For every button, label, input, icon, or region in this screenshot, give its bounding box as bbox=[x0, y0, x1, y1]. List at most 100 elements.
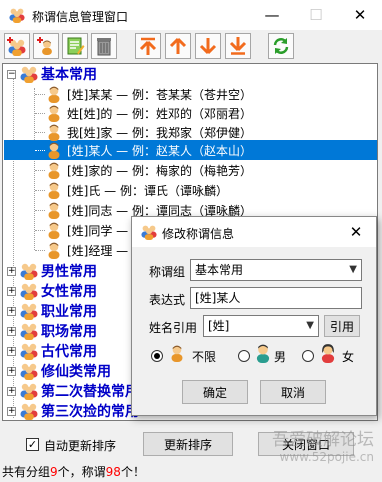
group-icon bbox=[19, 382, 39, 400]
expand-toggle[interactable]: + bbox=[7, 326, 16, 336]
move-top-button[interactable] bbox=[135, 33, 161, 59]
expand-toggle[interactable]: + bbox=[7, 266, 16, 276]
person-icon bbox=[45, 201, 63, 219]
move-down-button[interactable] bbox=[195, 33, 221, 59]
group-icon bbox=[19, 282, 39, 300]
expression-input[interactable]: [姓]某人 bbox=[190, 287, 362, 309]
toolbar bbox=[0, 30, 382, 62]
maximize-button[interactable]: ☐ bbox=[294, 0, 338, 30]
group-icon bbox=[19, 322, 39, 340]
edit-icon bbox=[67, 37, 85, 55]
status-prefix: 共有分组 bbox=[2, 465, 51, 479]
delete-button[interactable] bbox=[91, 33, 117, 59]
tree-item-label: [姓]氏 — 例：谭氏（谭咏麟） bbox=[67, 183, 228, 198]
expand-toggle[interactable]: + bbox=[7, 306, 16, 316]
expand-toggle[interactable]: + bbox=[7, 346, 16, 356]
tree-group-label: 第三次捡的常用 bbox=[41, 404, 139, 420]
gender-male-radio[interactable] bbox=[238, 350, 250, 362]
add-item-icon bbox=[37, 37, 52, 55]
tree-item[interactable]: [姓]氏 — 例：谭氏（谭咏麟） bbox=[35, 180, 230, 200]
name-ref-label: 姓名引用 bbox=[149, 321, 198, 335]
ok-button[interactable]: 确定 bbox=[182, 380, 248, 404]
tree-group[interactable]: + 第三次捡的常用 bbox=[7, 401, 139, 420]
move-bottom-button[interactable] bbox=[225, 33, 251, 59]
group-icon bbox=[19, 342, 39, 360]
tree-group[interactable]: + 第二次替换常用 bbox=[7, 381, 139, 401]
tree-group-label: 职场常用 bbox=[41, 324, 97, 340]
expand-toggle[interactable]: + bbox=[7, 386, 16, 396]
close-button[interactable]: ✕ bbox=[338, 0, 382, 30]
edit-button[interactable] bbox=[62, 33, 88, 59]
status-middle: 个，称谓 bbox=[57, 465, 106, 479]
tree-group-label: 修仙类常用 bbox=[41, 364, 111, 380]
cancel-button[interactable]: 取消 bbox=[260, 380, 326, 404]
tree-group[interactable]: + 男性常用 bbox=[7, 261, 97, 281]
move-up-button[interactable] bbox=[165, 33, 191, 59]
tree-item[interactable]: 我[姓]家 — 例：我郑家（郑伊健） bbox=[35, 122, 254, 142]
tree-item[interactable]: [姓]某某 — 例：苍某某（苍井空） bbox=[35, 84, 254, 104]
chevron-down-icon: ▼ bbox=[349, 264, 357, 275]
person-icon bbox=[45, 241, 63, 259]
minimize-button[interactable]: — bbox=[250, 0, 294, 30]
expand-toggle[interactable]: + bbox=[7, 406, 16, 416]
tree-item[interactable]: 姓[姓]的 — 例：姓邓的（邓丽君） bbox=[35, 103, 254, 123]
tree-group[interactable]: + 职场常用 bbox=[7, 321, 97, 341]
dialog-icon bbox=[140, 224, 158, 240]
person-icon bbox=[45, 104, 63, 122]
refresh-button[interactable] bbox=[268, 33, 294, 59]
expression-label: 表达式 bbox=[149, 293, 186, 307]
collapse-toggle[interactable]: − bbox=[7, 69, 16, 79]
move-down-icon bbox=[199, 38, 217, 55]
tree-group-label: 第二次替换常用 bbox=[41, 384, 139, 400]
tree-item-label: [姓]某某 — 例：苍某某（苍井空） bbox=[67, 87, 252, 102]
group-select[interactable]: 基本常用 ▼ bbox=[190, 259, 362, 281]
add-group-button[interactable] bbox=[4, 33, 30, 59]
move-up-icon bbox=[169, 37, 187, 54]
group-icon bbox=[19, 302, 39, 320]
title-bar: 称谓信息管理窗口 — ☐ ✕ bbox=[0, 0, 382, 30]
tree-group-label: 基本常用 bbox=[41, 67, 97, 83]
chevron-down-icon: ▼ bbox=[306, 320, 314, 331]
tree-group[interactable]: + 修仙类常用 bbox=[7, 361, 111, 381]
gender-any-radio[interactable] bbox=[151, 350, 163, 362]
group-icon bbox=[19, 65, 39, 83]
gender-male-label: 男 bbox=[274, 350, 287, 364]
add-item-button[interactable] bbox=[33, 33, 59, 59]
update-sort-button[interactable]: 更新排序 bbox=[143, 432, 233, 456]
gender-female-radio[interactable] bbox=[302, 350, 314, 362]
tree-item-selected[interactable]: [姓]某人 — 例：赵某人（赵本山） bbox=[35, 140, 254, 160]
status-bar: 共有分组9个，称谓98个！ bbox=[0, 464, 382, 482]
tree-item-label: [姓]家的 — 例：梅家的（梅艳芳） bbox=[67, 163, 252, 178]
reference-button[interactable]: 引用 bbox=[324, 315, 360, 337]
name-ref-select[interactable]: [姓] ▼ bbox=[203, 315, 319, 337]
female-person-icon bbox=[321, 344, 335, 363]
watermark: 吾爱破解论坛 www.52pojie.cn bbox=[272, 432, 374, 465]
expand-toggle[interactable]: + bbox=[7, 286, 16, 296]
dialog-title-bar: 修改称谓信息 ✕ bbox=[132, 217, 376, 247]
move-top-icon bbox=[139, 37, 157, 55]
window-title: 称谓信息管理窗口 bbox=[32, 10, 129, 24]
person-icon bbox=[45, 141, 63, 159]
tree-group[interactable]: + 古代常用 bbox=[7, 341, 97, 361]
group-count: 9 bbox=[50, 465, 58, 479]
person-icon bbox=[45, 181, 63, 199]
item-count: 98 bbox=[105, 465, 121, 479]
person-icon bbox=[45, 85, 63, 103]
tree-group-label: 古代常用 bbox=[41, 344, 97, 360]
gender-female-label: 女 bbox=[342, 350, 355, 364]
tree-group-expanded[interactable]: − 基本常用 bbox=[7, 64, 97, 84]
tree-item-label: 我[姓]家 — 例：我郑家（郑伊健） bbox=[67, 125, 252, 140]
tree-item[interactable]: [姓]家的 — 例：梅家的（梅艳芳） bbox=[35, 160, 254, 180]
expand-toggle[interactable]: + bbox=[7, 366, 16, 376]
close-icon: ✕ bbox=[353, 6, 367, 24]
tree-group[interactable]: + 职业常用 bbox=[7, 301, 97, 321]
dialog-title: 修改称谓信息 bbox=[162, 227, 235, 241]
status-suffix: 个！ bbox=[120, 465, 145, 479]
tree-group[interactable]: + 女性常用 bbox=[7, 281, 97, 301]
auto-update-checkbox[interactable]: ✓ bbox=[26, 438, 39, 451]
tree-group-label: 职业常用 bbox=[41, 304, 97, 320]
group-select-value: 基本常用 bbox=[195, 263, 244, 277]
edit-dialog: 修改称谓信息 ✕ 称谓组 基本常用 ▼ 表达式 [姓]某人 姓名引用 [姓] ▼… bbox=[131, 216, 377, 416]
move-bottom-icon bbox=[229, 37, 247, 55]
dialog-close-button[interactable]: ✕ bbox=[336, 217, 376, 247]
